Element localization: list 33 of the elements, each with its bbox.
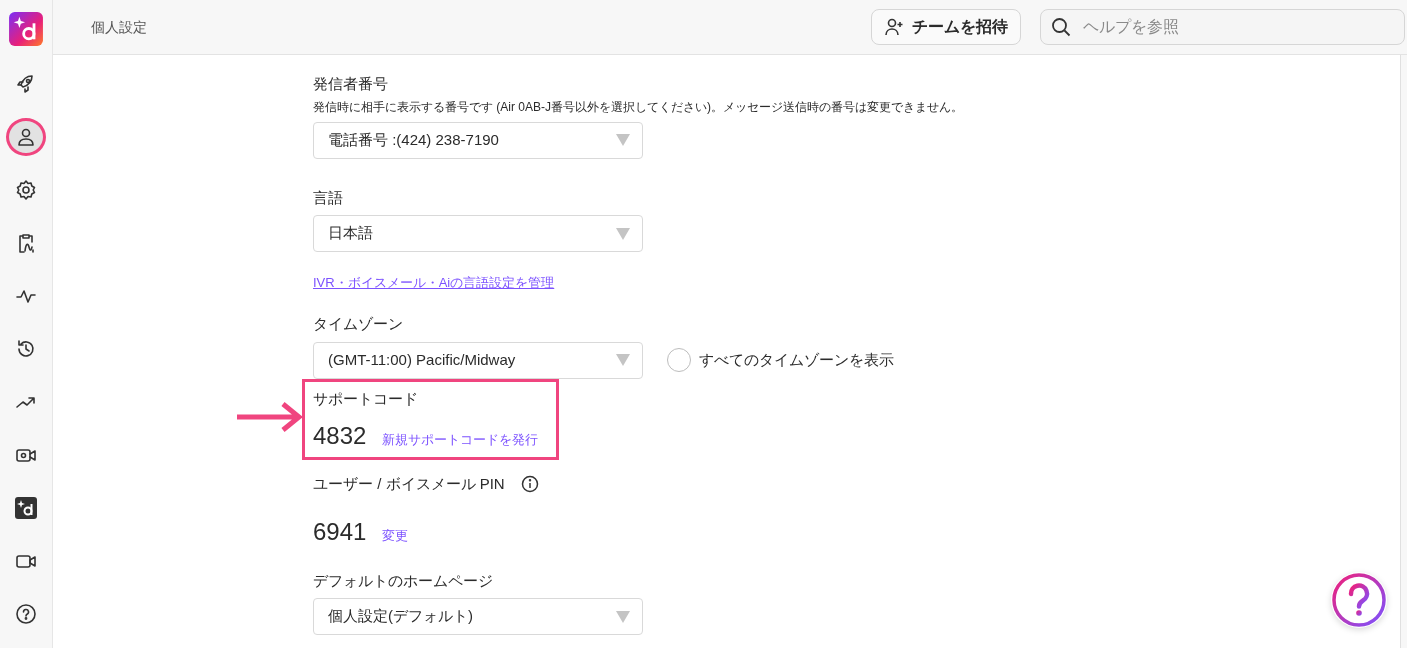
field-description: 発信時に相手に表示する番号です (Air 0AB-J番号以外を選択してください)。メッセージ送信時の番号は変更できません。 [313, 98, 964, 116]
caret-icon [616, 354, 630, 366]
help-icon [15, 603, 37, 626]
select-field[interactable]: 電話番号 :(424) 238-7190 [313, 121, 643, 159]
logo-icon [15, 497, 37, 519]
add-person-icon [884, 17, 904, 37]
field-label: ユーザー / ボイスメール PIN [313, 474, 505, 494]
invite-team-button[interactable]: チームを招待 [871, 9, 1021, 45]
search-icon [1051, 17, 1071, 37]
history-icon [15, 337, 37, 360]
code-action-link[interactable]: 変更 [382, 525, 409, 545]
sidebar-item[interactable] [6, 117, 46, 156]
select-field[interactable]: (GMT-11:00) Pacific/Midway [313, 341, 643, 379]
field-label: デフォルトのホームページ [313, 570, 494, 591]
field-label: 発信者番号 [313, 74, 389, 94]
page-title: 個人設定 [91, 17, 147, 37]
code-value: 6941 [313, 516, 367, 547]
select-field[interactable]: 個人設定(デフォルト) [313, 598, 643, 635]
radio-option[interactable]: すべてのタイムゾーンを表示 [667, 348, 894, 372]
settings-icon [15, 178, 37, 201]
app-logo[interactable] [8, 12, 44, 46]
caret-icon [616, 610, 630, 623]
code-action-link[interactable]: 新規サポートコードを発行 [382, 430, 539, 450]
caret-icon [616, 134, 630, 146]
caret-icon [616, 227, 630, 240]
field-label: タイムゾーン [313, 314, 404, 334]
field-label: サポートコード [313, 388, 418, 409]
help-search-field[interactable]: ヘルプを参照 [1040, 9, 1405, 45]
settings-link[interactable]: IVR・ボイスメール・Aiの言語設定を管理 [313, 275, 555, 290]
field-label: 言語 [313, 187, 344, 208]
help-button[interactable] [1331, 572, 1387, 628]
select-field[interactable]: 日本語 [313, 215, 643, 252]
code-value: 4832 [313, 421, 367, 451]
